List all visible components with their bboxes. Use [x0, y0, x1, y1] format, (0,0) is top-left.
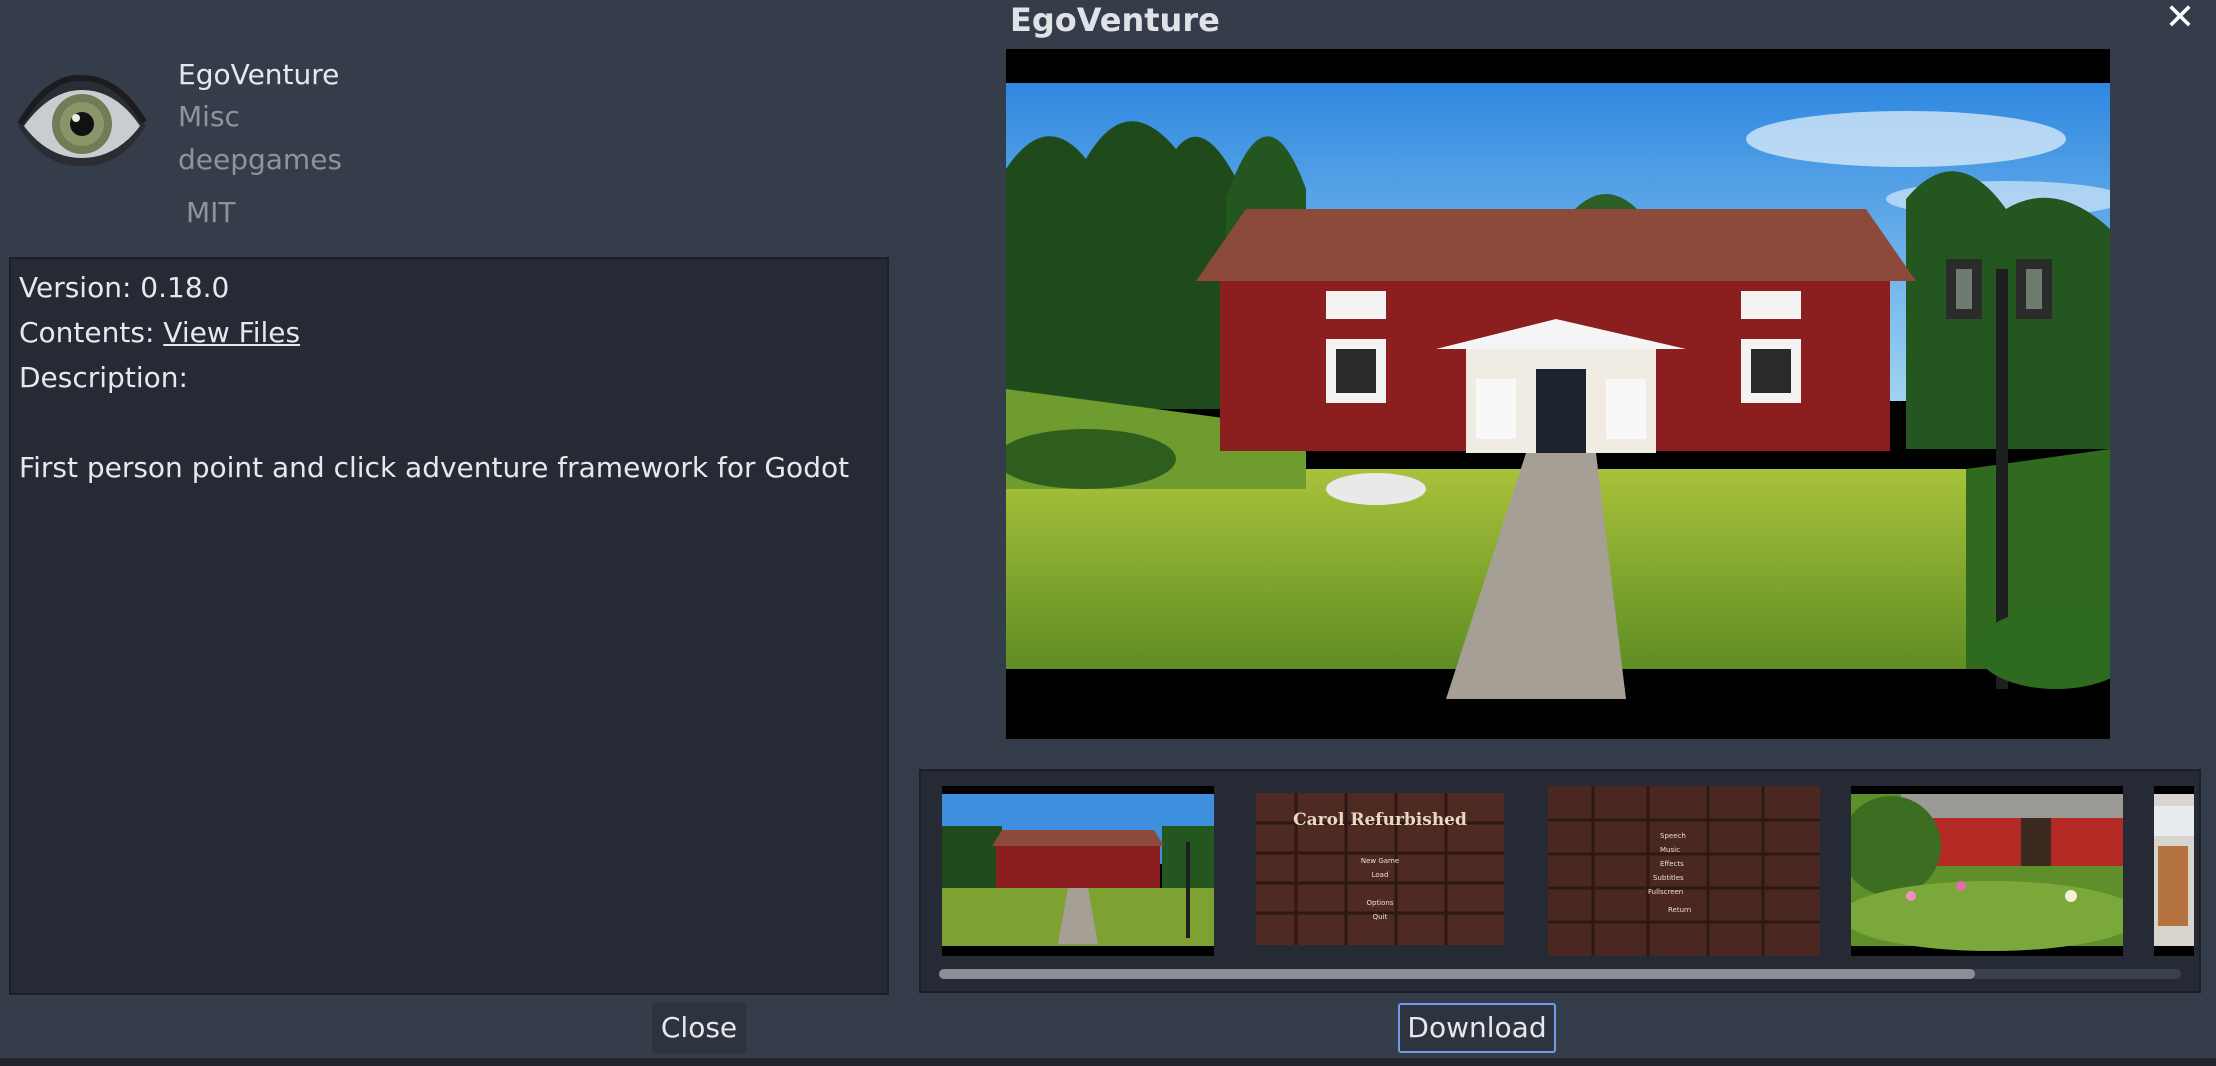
thumbnail-1[interactable] [942, 786, 1214, 956]
thumbnail-2-menu-item: Load [1372, 871, 1389, 879]
version-text: Version: 0.18.0 [19, 271, 230, 304]
thumbnail-4[interactable] [1841, 786, 2141, 956]
asset-dialog: EgoVenture ✕ EgoVenture Misc deepgames M… [0, 0, 2216, 1066]
thumbnail-2-menu-item: Options [1366, 899, 1393, 907]
thumbnail-scrollbar-thumb[interactable] [939, 969, 1975, 979]
eye-icon [16, 74, 148, 170]
thumbnail-3-menu-item: Subtitles [1653, 874, 1684, 882]
preview-image [1006, 49, 2110, 739]
thumbnail-2-menu-item: Quit [1373, 913, 1388, 921]
description-text: First person point and click adventure f… [19, 451, 850, 484]
close-icon[interactable]: ✕ [2160, 0, 2200, 36]
asset-name: EgoVenture [178, 58, 340, 91]
background-window-edge [0, 1058, 2216, 1066]
asset-author[interactable]: deepgames [178, 143, 342, 177]
thumbnail-2[interactable]: Carol Refurbished New Game Load Options … [1256, 793, 1504, 945]
thumbnail-3-menu-item: Return [1668, 906, 1691, 914]
thumbnail-3-menu-item: Fullscreen [1648, 888, 1683, 896]
thumbnail-3-menu-item: Music [1660, 846, 1680, 854]
thumbnail-strip[interactable]: Carol Refurbished New Game Load Options … [919, 769, 2201, 993]
description-label: Description: [19, 361, 188, 394]
dialog-title: EgoVenture [1010, 1, 1220, 39]
close-button[interactable]: Close [652, 1003, 746, 1053]
thumbnail-3-menu-item: Effects [1660, 860, 1684, 868]
download-button[interactable]: Download [1398, 1003, 1556, 1053]
contents-label: Contents: [19, 316, 164, 349]
asset-category[interactable]: Misc [178, 100, 240, 134]
contents-line: Contents: View Files [19, 310, 879, 355]
view-files-link[interactable]: View Files [163, 316, 300, 349]
thumbnail-2-menu-item: New Game [1361, 857, 1399, 865]
description-panel: Version: 0.18.0 Contents: View Files Des… [9, 257, 889, 995]
thumbnail-3[interactable]: Speech Music Effects Subtitles Fullscree… [1548, 786, 1820, 956]
thumbnail-3-menu-item: Speech [1660, 832, 1686, 840]
asset-license[interactable]: MIT [186, 196, 236, 230]
thumbnail-2-title: Carol Refurbished [1293, 810, 1467, 830]
thumbnail-5[interactable] [2154, 786, 2194, 956]
